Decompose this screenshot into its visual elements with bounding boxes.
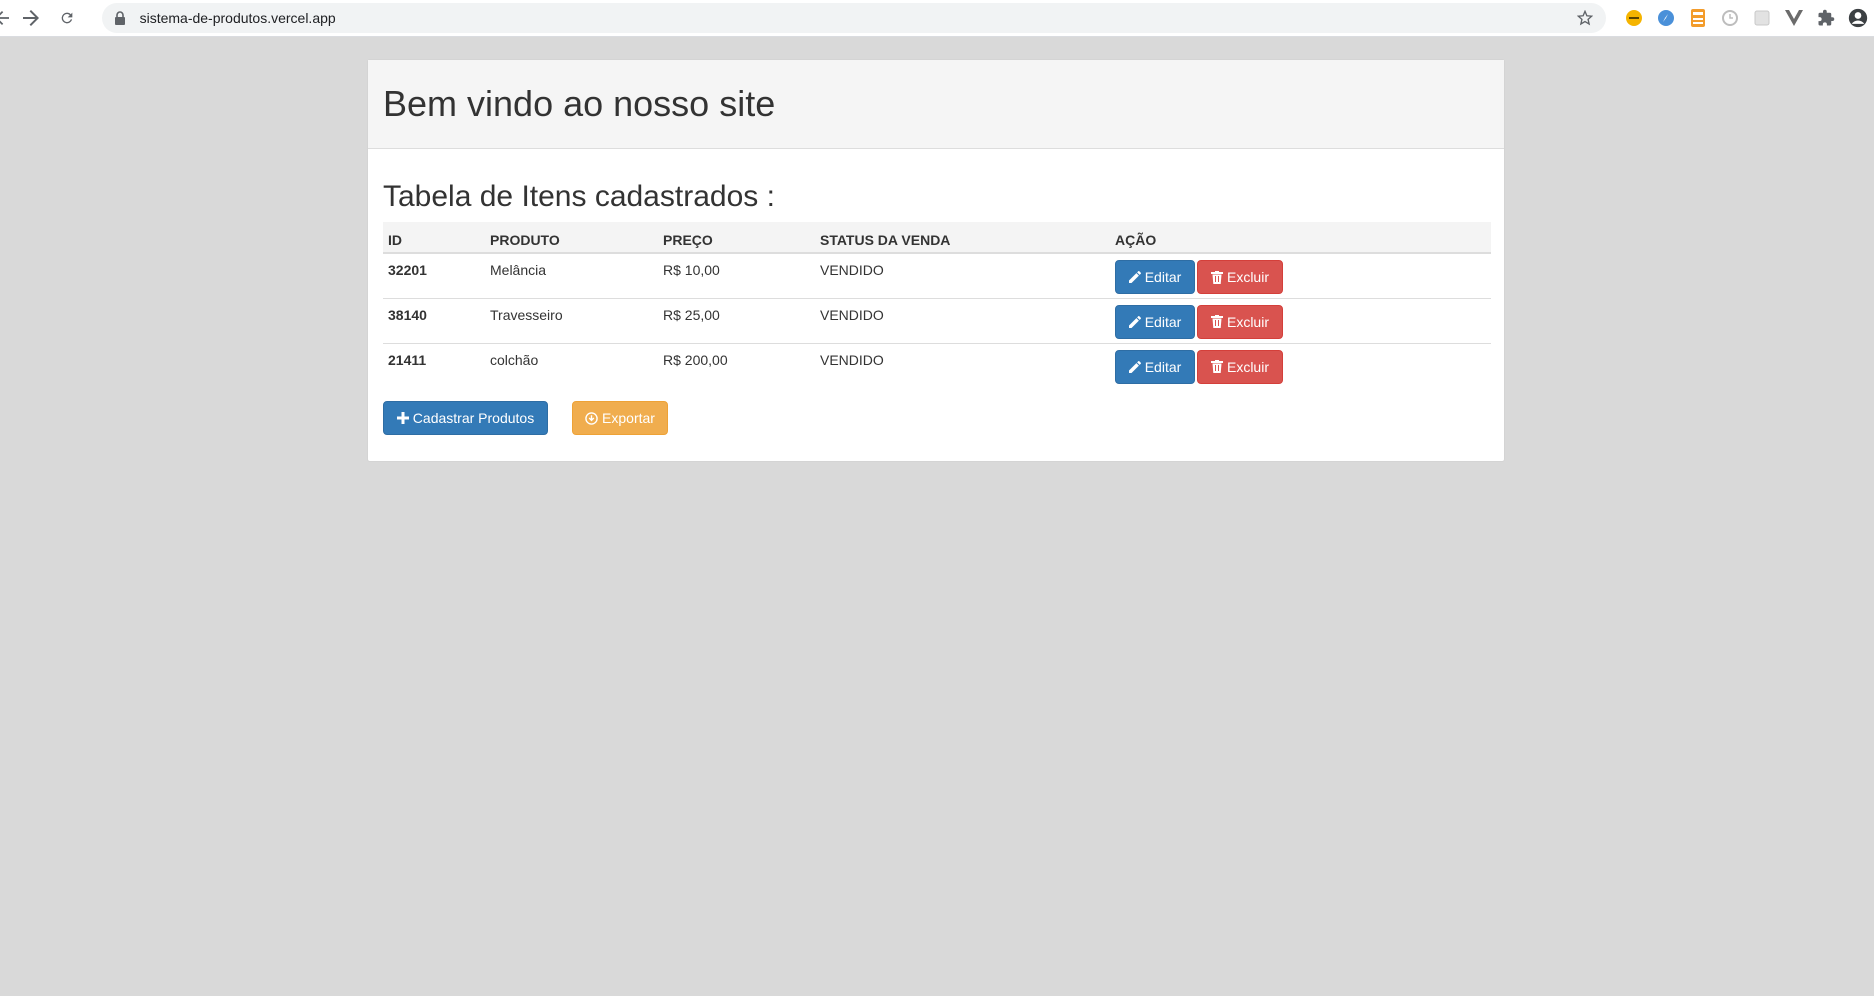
cell-id: 21411 xyxy=(383,342,485,388)
cell-produto: Melância xyxy=(490,262,547,278)
trash-icon xyxy=(1210,315,1223,328)
actions-row: Cadastrar Produtos Exportar xyxy=(383,401,1490,435)
profile-avatar-icon[interactable] xyxy=(1848,8,1868,28)
main-panel: Bem vindo ao nosso site Tabela de Itens … xyxy=(367,59,1505,462)
header-acao: AÇÃO xyxy=(1110,222,1491,254)
table-row: 38140 Travesseiro R$ 25,00 VENDIDO Edita… xyxy=(383,297,1491,343)
extension-timer-icon[interactable] xyxy=(1720,8,1740,28)
delete-button[interactable]: Excluir xyxy=(1197,260,1283,294)
extension-keys-icon[interactable] xyxy=(1624,8,1644,28)
plus-icon xyxy=(396,412,409,424)
trash-icon xyxy=(1210,270,1223,284)
pencil-icon xyxy=(1128,315,1141,328)
delete-button[interactable]: Excluir xyxy=(1197,349,1283,384)
pencil-icon xyxy=(1128,271,1141,283)
cell-preco: R$ 200,00 xyxy=(658,342,815,388)
cell-actions: Editar Excluir xyxy=(1110,253,1491,298)
cell-status: VENDIDO xyxy=(820,262,884,278)
bookmark-star-icon[interactable] xyxy=(1576,9,1594,27)
browser-toolbar: sistema-de-produtos.vercel.app xyxy=(0,0,1874,37)
cell-produto: colchão xyxy=(485,342,658,388)
cell-status: VENDIDO xyxy=(815,297,1110,343)
edit-button[interactable]: Editar xyxy=(1115,349,1195,384)
register-products-label: Cadastrar Produtos xyxy=(412,410,535,426)
delete-button-label: Excluir xyxy=(1226,269,1269,285)
table-header-row: ID PRODUTO PREÇO STATUS DA VENDA AÇÃO xyxy=(383,222,1491,254)
export-label: Exportar xyxy=(602,410,655,426)
extension-box-icon[interactable] xyxy=(1752,8,1772,28)
delete-button-label: Excluir xyxy=(1226,358,1269,375)
cell-produto: Travesseiro xyxy=(485,297,658,343)
edit-button-label: Editar xyxy=(1144,313,1182,330)
url-text[interactable]: sistema-de-produtos.vercel.app xyxy=(140,10,1576,26)
edit-button[interactable]: Editar xyxy=(1115,304,1195,339)
header-produto: PRODUTO xyxy=(485,222,658,254)
cell-id: 32201 xyxy=(388,262,427,278)
delete-button[interactable]: Excluir xyxy=(1197,304,1283,339)
forward-arrow-icon[interactable] xyxy=(16,3,46,33)
back-arrow-icon[interactable] xyxy=(0,3,12,33)
lock-icon xyxy=(114,11,128,25)
header-id: ID xyxy=(383,222,485,254)
header-preco: PREÇO xyxy=(658,222,815,254)
panel-body: Tabela de Itens cadastrados : ID PRODUTO… xyxy=(368,149,1504,435)
pencil-icon xyxy=(1128,360,1141,373)
cell-actions: Editar Excluir xyxy=(1110,297,1491,343)
export-button[interactable]: Exportar xyxy=(572,401,668,435)
download-circle-icon xyxy=(585,411,598,425)
edit-button-label: Editar xyxy=(1144,358,1182,375)
table-row: 32201 Melância R$ 10,00 VENDIDO Editar E… xyxy=(383,253,1491,298)
items-table: ID PRODUTO PREÇO STATUS DA VENDA AÇÃO 32… xyxy=(383,222,1491,388)
cell-status: VENDIDO xyxy=(815,342,1110,388)
page-title: Bem vindo ao nosso site xyxy=(383,83,776,124)
extensions-area xyxy=(1618,8,1874,28)
delete-button-label: Excluir xyxy=(1226,313,1269,330)
cell-id: 38140 xyxy=(383,297,485,343)
extension-vue-icon[interactable] xyxy=(1784,8,1804,28)
edit-button-label: Editar xyxy=(1144,269,1182,285)
panel-heading: Bem vindo ao nosso site xyxy=(368,60,1504,149)
register-products-button[interactable]: Cadastrar Produtos xyxy=(383,401,548,435)
cell-preco: R$ 10,00 xyxy=(663,262,720,278)
header-status: STATUS DA VENDA xyxy=(815,222,1110,254)
trash-icon xyxy=(1210,360,1223,373)
extensions-puzzle-icon[interactable] xyxy=(1816,8,1836,28)
address-bar[interactable]: sistema-de-produtos.vercel.app xyxy=(101,3,1606,33)
edit-button[interactable]: Editar xyxy=(1115,260,1195,294)
extension-compass-icon[interactable] xyxy=(1656,8,1676,28)
table-row: 21411 colchão R$ 200,00 VENDIDO Editar E… xyxy=(383,342,1491,388)
reload-icon[interactable] xyxy=(52,3,82,33)
extension-calculator-icon[interactable] xyxy=(1688,8,1708,28)
section-title: Tabela de Itens cadastrados : xyxy=(383,180,775,213)
cell-preco: R$ 25,00 xyxy=(658,297,815,343)
cell-actions: Editar Excluir xyxy=(1110,342,1491,388)
